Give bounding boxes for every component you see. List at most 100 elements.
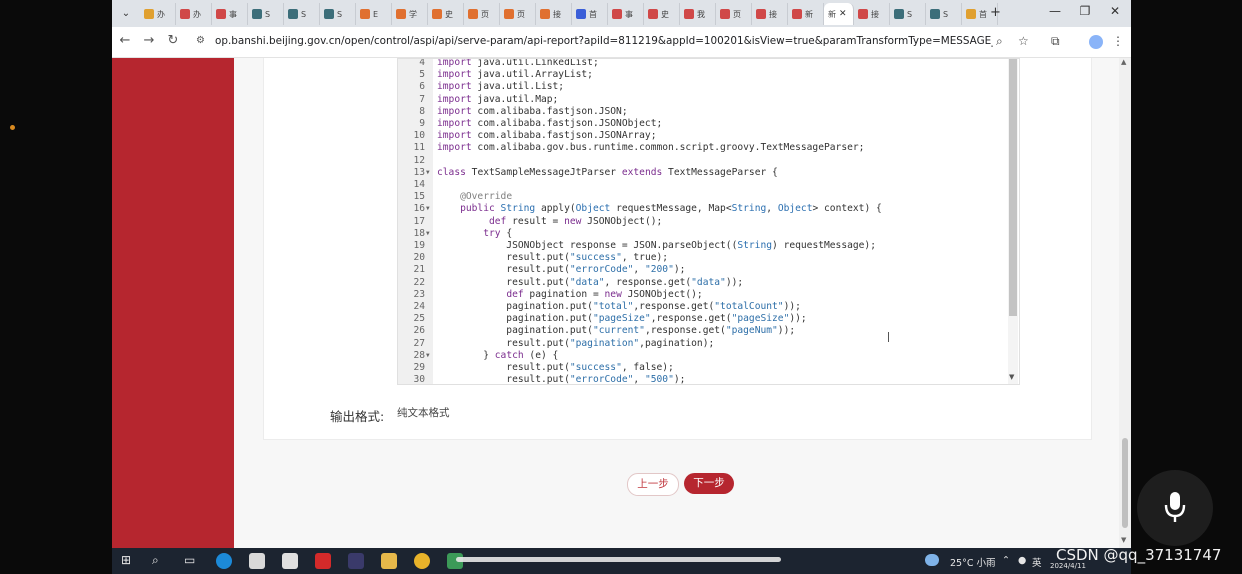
- start-windows-icon[interactable]: ⊞: [121, 553, 131, 567]
- back-arrow-icon[interactable]: ←: [116, 33, 134, 48]
- browser-menu-icon[interactable]: ⋮: [1112, 34, 1124, 48]
- site-info-icon[interactable]: ⚙: [196, 35, 205, 46]
- editor-scrollbar[interactable]: ▼: [1008, 59, 1018, 384]
- restore-icon[interactable]: ❐: [1070, 4, 1100, 18]
- close-window-icon[interactable]: ✕: [1100, 4, 1130, 18]
- forward-arrow-icon[interactable]: →: [140, 33, 158, 48]
- edge-icon[interactable]: [216, 553, 232, 569]
- browser-tab[interactable]: 接: [536, 3, 572, 25]
- scroll-down-arrow-icon[interactable]: ▼: [1009, 373, 1014, 381]
- code-line[interactable]: 7 import java.util.Map;: [398, 94, 1019, 106]
- code-line[interactable]: 25 pagination.put("pageSize",response.ge…: [398, 313, 1019, 325]
- line-number: 30: [413, 374, 425, 385]
- video-progress-bar[interactable]: [456, 557, 781, 562]
- zoom-icon[interactable]: ⌕: [996, 34, 1003, 49]
- reload-icon[interactable]: ↻: [164, 33, 182, 48]
- code-line[interactable]: 8 import com.alibaba.fastjson.JSON;: [398, 106, 1019, 118]
- previous-step-button[interactable]: 上一步: [627, 473, 679, 496]
- code-line[interactable]: 18 ▼ try {: [398, 228, 1019, 240]
- browser-tab[interactable]: 事: [212, 3, 248, 25]
- browser-tab[interactable]: S: [890, 3, 926, 25]
- browser-tab[interactable]: 我: [680, 3, 716, 25]
- browser-tab[interactable]: S: [248, 3, 284, 25]
- code-line[interactable]: 28 ▼ } catch (e) {: [398, 350, 1019, 362]
- code-line[interactable]: 26 pagination.put("current",response.get…: [398, 325, 1019, 337]
- mail-icon[interactable]: [282, 553, 298, 569]
- microphone-tray-icon[interactable]: ●: [1018, 555, 1026, 566]
- bookmark-star-icon[interactable]: ☆: [1018, 34, 1029, 48]
- code-line[interactable]: 22 result.put("data", response.get("data…: [398, 277, 1019, 289]
- editor-scroll-thumb[interactable]: [1009, 59, 1017, 316]
- browser-tab[interactable]: S: [284, 3, 320, 25]
- profile-avatar-icon[interactable]: [1089, 35, 1103, 49]
- ime-indicator[interactable]: 英: [1032, 555, 1042, 569]
- browser-window: ⌄ 办办事 S S S E 学史页页接首事史我页接新新 ✕ 接 S S 首 + — ❐ ✕ ← → …: [112, 0, 1131, 574]
- browser-tab[interactable]: 接: [752, 3, 788, 25]
- code-line[interactable]: 21 result.put("errorCode", "200");: [398, 264, 1019, 276]
- ide-icon[interactable]: [348, 553, 364, 569]
- code-line[interactable]: 5 import java.util.ArrayList;: [398, 69, 1019, 81]
- tray-chevron-up-icon[interactable]: ⌃: [1002, 555, 1010, 566]
- fold-arrow-icon[interactable]: ▼: [426, 203, 430, 215]
- code-line[interactable]: 9 import com.alibaba.fastjson.JSONObject;: [398, 118, 1019, 130]
- code-line[interactable]: 14: [398, 179, 1019, 191]
- browser-tab[interactable]: 接: [854, 3, 890, 25]
- chrome-icon[interactable]: [414, 553, 430, 569]
- browser-tab[interactable]: 页: [464, 3, 500, 25]
- tab-close-icon[interactable]: ✕: [839, 9, 847, 19]
- form-card: 4 import java.util.LinkedList; 5 import jav…: [263, 58, 1092, 440]
- code-line[interactable]: 10 import com.alibaba.fastjson.JSONArray;: [398, 130, 1019, 142]
- browser-tab[interactable]: 办: [140, 3, 176, 25]
- browser-tab[interactable]: 页: [500, 3, 536, 25]
- browser-tab[interactable]: 史: [428, 3, 464, 25]
- page-scroll-down-icon[interactable]: ▼: [1121, 536, 1126, 544]
- browser-tab[interactable]: 页: [716, 3, 752, 25]
- taskbar-search-icon[interactable]: ⌕: [152, 553, 159, 568]
- fold-arrow-icon[interactable]: ▼: [426, 350, 430, 362]
- code-line[interactable]: 19 JSONObject response = JSON.parseObjec…: [398, 240, 1019, 252]
- weather-text[interactable]: 25°C 小雨: [950, 555, 996, 569]
- browser-tab[interactable]: 办: [176, 3, 212, 25]
- file-explorer-icon[interactable]: [381, 553, 397, 569]
- code-line[interactable]: 27 result.put("pagination",pagination);: [398, 338, 1019, 350]
- code-line[interactable]: 17 def result = new JSONObject();: [398, 216, 1019, 228]
- browser-tab[interactable]: 事: [608, 3, 644, 25]
- acrobat-icon[interactable]: [315, 553, 331, 569]
- browser-tab[interactable]: S: [926, 3, 962, 25]
- page-scrollbar[interactable]: ▲ ▼: [1119, 58, 1131, 548]
- code-line[interactable]: 13 ▼ class TextSampleMessageJtParser exten…: [398, 167, 1019, 179]
- page-scroll-up-icon[interactable]: ▲: [1121, 58, 1126, 66]
- code-line[interactable]: 20 result.put("success", true);: [398, 252, 1019, 264]
- store-icon[interactable]: [249, 553, 265, 569]
- browser-tab[interactable]: 史: [644, 3, 680, 25]
- code-line[interactable]: 6 import java.util.List;: [398, 81, 1019, 93]
- browser-tab[interactable]: E: [356, 3, 392, 25]
- fold-arrow-icon[interactable]: ▼: [426, 167, 430, 179]
- new-tab-plus-icon[interactable]: +: [990, 5, 1001, 20]
- code-line[interactable]: 15 @Override: [398, 191, 1019, 203]
- browser-tab[interactable]: S: [320, 3, 356, 25]
- browser-tab[interactable]: 首: [572, 3, 608, 25]
- extensions-icon[interactable]: ⧉: [1051, 34, 1060, 49]
- voice-input-button[interactable]: [1137, 470, 1213, 546]
- code-line[interactable]: 11 import com.alibaba.gov.bus.runtime.com…: [398, 142, 1019, 154]
- code-line[interactable]: 30 result.put("errorCode", "500");: [398, 374, 1019, 385]
- code-line[interactable]: 4 import java.util.LinkedList;: [398, 59, 1019, 69]
- browser-tab[interactable]: 学: [392, 3, 428, 25]
- tab-search-chevron-icon[interactable]: ⌄: [118, 6, 134, 22]
- code-line[interactable]: 24 pagination.put("total",response.get("…: [398, 301, 1019, 313]
- task-view-icon[interactable]: ▭: [184, 553, 195, 567]
- code-line[interactable]: 29 result.put("success", false);: [398, 362, 1019, 374]
- browser-tab[interactable]: 新: [788, 3, 824, 25]
- code-line[interactable]: 23 def pagination = new JSONObject();: [398, 289, 1019, 301]
- code-editor[interactable]: 4 import java.util.LinkedList; 5 import jav…: [397, 58, 1020, 385]
- tab-label: 首: [589, 9, 597, 19]
- address-bar[interactable]: op.banshi.beijing.gov.cn/open/control/as…: [215, 35, 993, 47]
- page-scroll-thumb[interactable]: [1122, 438, 1128, 528]
- code-line[interactable]: 16 ▼ public String apply(Object requestMe…: [398, 203, 1019, 215]
- fold-arrow-icon[interactable]: ▼: [426, 228, 430, 240]
- next-step-button[interactable]: 下一步: [684, 473, 734, 494]
- active-browser-tab[interactable]: 新 ✕: [824, 3, 854, 25]
- minimize-icon[interactable]: —: [1040, 4, 1070, 18]
- code-line[interactable]: 12: [398, 155, 1019, 167]
